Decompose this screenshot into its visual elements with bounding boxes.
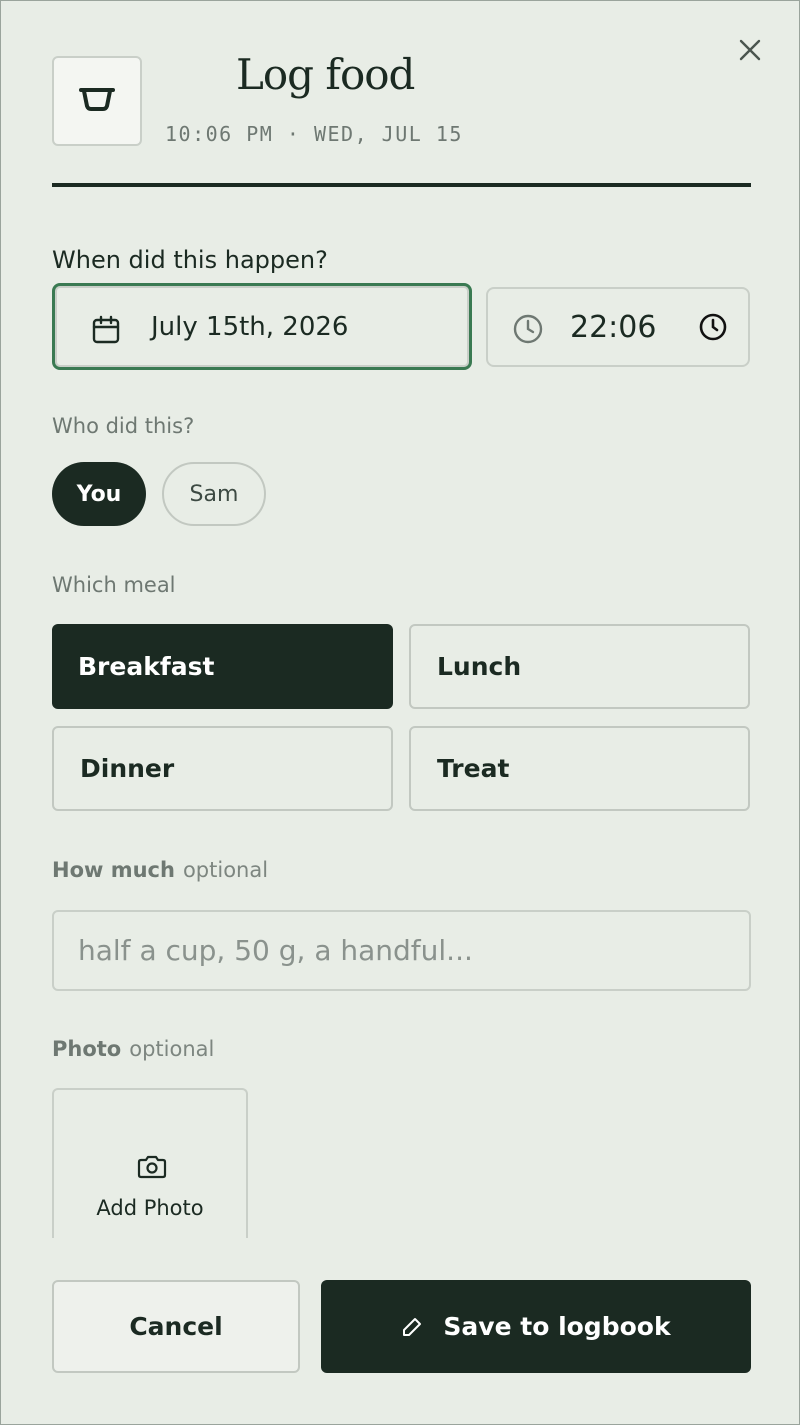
add-photo-label: Add Photo bbox=[96, 1196, 204, 1220]
close-icon bbox=[738, 38, 762, 66]
cancel-button[interactable]: Cancel bbox=[52, 1280, 300, 1373]
photo-label-row: Photo optional bbox=[52, 1037, 214, 1061]
clock-icon bbox=[512, 313, 544, 349]
date-value: July 15th, 2026 bbox=[151, 312, 349, 342]
photo-label: Photo bbox=[52, 1037, 122, 1061]
bowl-icon bbox=[77, 84, 117, 118]
who-option-you[interactable]: You bbox=[52, 462, 146, 526]
time-value: 22:06 bbox=[570, 310, 657, 345]
save-button[interactable]: Save to logbook bbox=[321, 1280, 751, 1373]
timestamp-subtitle: 10:06 PM · WED, JUL 15 bbox=[165, 122, 463, 146]
photo-optional-tag: optional bbox=[129, 1037, 215, 1061]
header-divider bbox=[52, 183, 751, 187]
meal-option-treat[interactable]: Treat bbox=[409, 726, 750, 811]
meal-option-breakfast[interactable]: Breakfast bbox=[52, 624, 393, 709]
meal-label: Which meal bbox=[52, 573, 176, 597]
amount-label-row: How much optional bbox=[52, 858, 268, 882]
camera-icon bbox=[136, 1154, 168, 1184]
calendar-icon bbox=[91, 315, 121, 349]
who-label: Who did this? bbox=[52, 414, 195, 438]
save-button-label: Save to logbook bbox=[443, 1312, 671, 1341]
meal-option-dinner[interactable]: Dinner bbox=[52, 726, 393, 811]
amount-optional-tag: optional bbox=[182, 858, 269, 882]
time-field[interactable]: 22:06 bbox=[486, 287, 750, 367]
pencil-icon bbox=[401, 1316, 423, 1338]
when-label: When did this happen? bbox=[52, 246, 328, 274]
who-option-sam[interactable]: Sam bbox=[162, 462, 266, 526]
amount-input[interactable] bbox=[52, 910, 751, 991]
amount-label: How much bbox=[52, 858, 175, 882]
meal-option-lunch[interactable]: Lunch bbox=[409, 624, 750, 709]
clock-picker-icon[interactable] bbox=[698, 312, 728, 346]
close-button[interactable] bbox=[730, 32, 770, 72]
add-photo-button[interactable]: Add Photo bbox=[52, 1088, 248, 1238]
bowl-icon-tile bbox=[52, 56, 142, 146]
page-title: Log food bbox=[236, 50, 415, 99]
date-field[interactable]: July 15th, 2026 bbox=[52, 283, 472, 370]
